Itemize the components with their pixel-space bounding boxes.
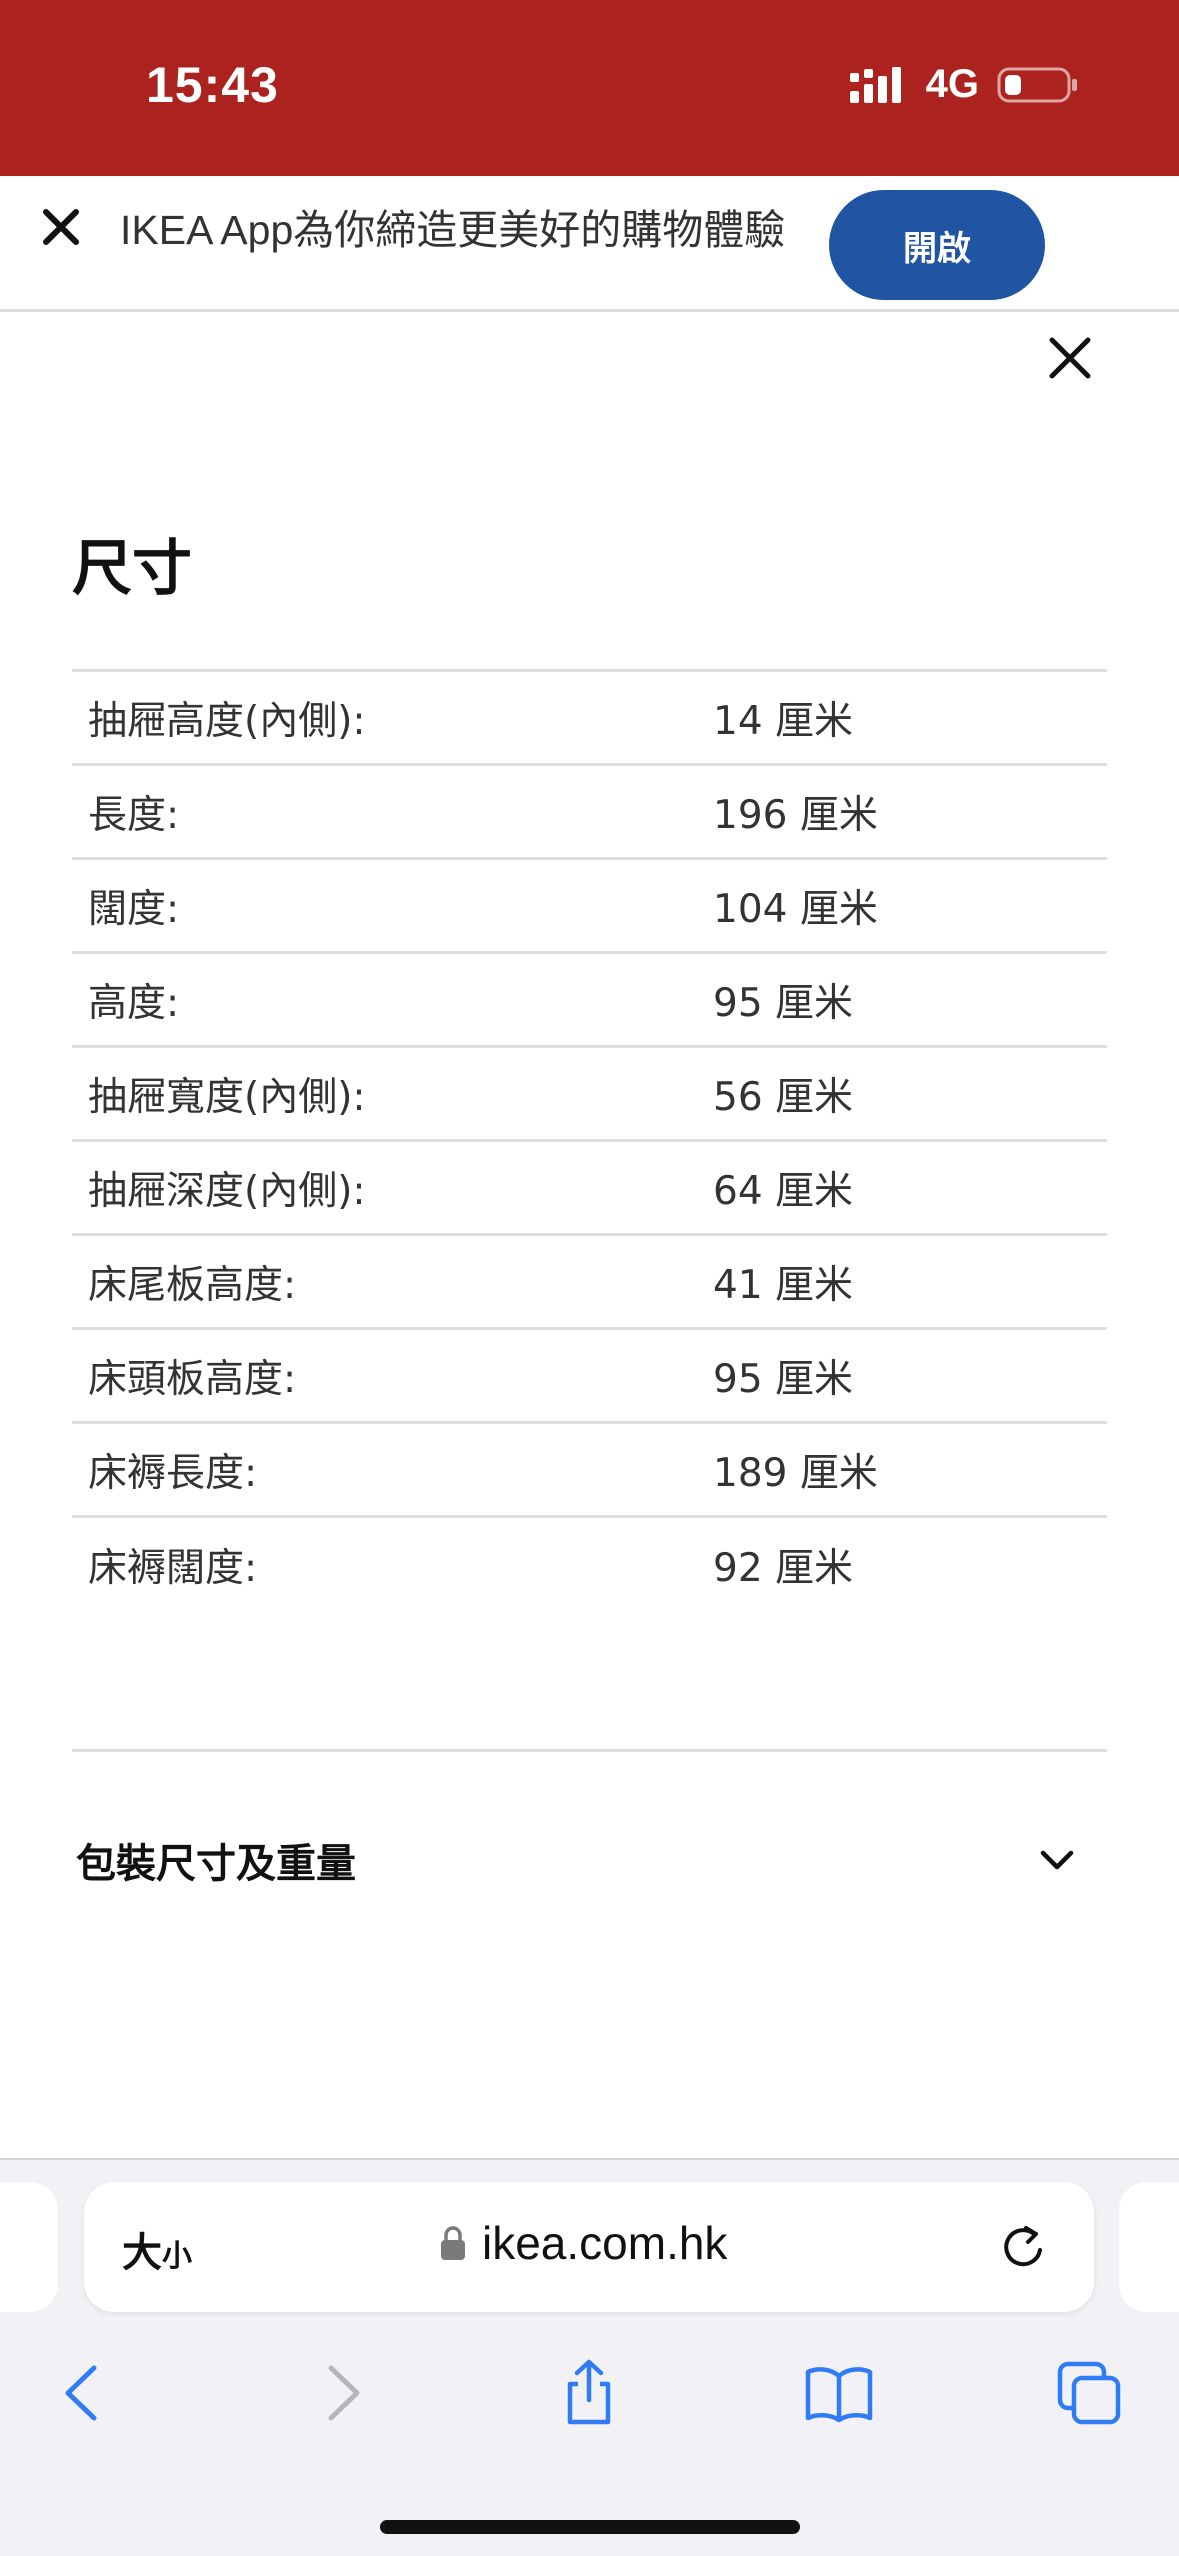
table-row: 抽屜高度(內側): 14 厘米	[72, 672, 1107, 766]
dimension-label: 床褥長度:	[88, 1450, 258, 1496]
share-button[interactable]	[544, 2348, 634, 2438]
close-icon[interactable]	[38, 204, 84, 250]
chevron-down-icon	[1040, 1850, 1074, 1870]
dimension-value: 64 厘米	[713, 1168, 854, 1214]
dimension-value: 56 厘米	[713, 1074, 854, 1120]
dimension-label: 床褥闊度:	[88, 1546, 258, 1591]
dimension-value: 92 厘米	[713, 1546, 854, 1591]
dimension-value: 196 厘米	[713, 792, 878, 838]
reload-icon[interactable]	[996, 2220, 1050, 2274]
package-dimensions-accordion[interactable]: 包裝尺寸及重量	[72, 1800, 1107, 1920]
status-indicators: 4G	[848, 62, 1079, 107]
tabs-button[interactable]	[1044, 2348, 1134, 2438]
status-bar: 15:43 4G	[0, 0, 1179, 176]
dimension-value: 14 厘米	[713, 698, 854, 744]
table-row: 床尾板高度: 41 厘米	[72, 1236, 1107, 1330]
forward-button[interactable]	[295, 2348, 385, 2438]
dimension-value: 41 厘米	[713, 1262, 854, 1308]
text-size-big: 大	[122, 2230, 162, 2276]
dimension-value: 104 厘米	[713, 886, 878, 932]
table-row: 床頭板高度: 95 厘米	[72, 1330, 1107, 1424]
browser-chrome: 大小 ikea.com.hk	[0, 2158, 1179, 2556]
table-row: 長度: 196 厘米	[72, 766, 1107, 860]
home-indicator	[380, 2520, 800, 2534]
dimension-value: 95 厘米	[713, 980, 854, 1026]
dimension-label: 抽屜深度(內側):	[88, 1168, 366, 1214]
browser-toolbar	[0, 2348, 1179, 2458]
url-text: ikea.com.hk	[482, 2217, 728, 2269]
table-row: 抽屜寬度(內側): 56 厘米	[72, 1048, 1107, 1142]
dimension-label: 抽屜高度(內側):	[88, 698, 366, 744]
network-label: 4G	[925, 62, 979, 106]
bookmarks-button[interactable]	[794, 2348, 884, 2438]
text-size-button[interactable]: 大小	[122, 2220, 192, 2278]
open-app-button[interactable]: 開啟	[829, 190, 1045, 300]
next-tab-preview[interactable]	[1119, 2182, 1179, 2312]
previous-tab-preview[interactable]	[0, 2182, 58, 2312]
table-row: 床褥長度: 189 厘米	[72, 1424, 1107, 1518]
forward-icon	[328, 2365, 360, 2421]
dimension-value: 95 厘米	[713, 1356, 854, 1402]
dimension-value: 189 厘米	[713, 1450, 878, 1496]
dimension-label: 抽屜寬度(內側):	[88, 1074, 366, 1120]
banner-text: IKEA App為你締造更美好的購物體驗	[120, 207, 786, 253]
table-row: 高度: 95 厘米	[72, 954, 1107, 1048]
app-banner: IKEA App為你締造更美好的購物體驗 開啟	[0, 176, 1179, 312]
accordion-label: 包裝尺寸及重量	[76, 1841, 356, 1887]
lock-icon	[441, 2226, 465, 2260]
battery-icon	[997, 67, 1077, 102]
table-row: 抽屜深度(內側): 64 厘米	[72, 1142, 1107, 1236]
bookmarks-icon	[805, 2367, 873, 2423]
address-bar[interactable]: 大小 ikea.com.hk	[84, 2182, 1094, 2312]
url-display[interactable]: ikea.com.hk	[438, 2216, 727, 2270]
dimension-label: 床尾板高度:	[88, 1262, 297, 1308]
divider	[72, 1749, 1107, 1752]
signal-icon	[849, 66, 901, 103]
dimension-label: 闊度:	[88, 886, 180, 932]
table-row: 闊度: 104 厘米	[72, 860, 1107, 954]
back-icon	[65, 2365, 97, 2421]
close-icon[interactable]	[1046, 334, 1094, 382]
share-icon	[567, 2359, 611, 2425]
table-row: 床褥闊度: 92 厘米	[72, 1518, 1107, 1612]
text-size-small: 小	[162, 2239, 192, 2274]
tabs-icon	[1057, 2361, 1121, 2425]
dimension-label: 高度:	[88, 980, 180, 1026]
dimension-label: 床頭板高度:	[88, 1356, 297, 1402]
dimension-label: 長度:	[88, 792, 180, 838]
status-time: 15:43	[146, 57, 279, 113]
page-title: 尺寸	[72, 534, 192, 604]
back-button[interactable]	[40, 2348, 130, 2438]
dimensions-table: 抽屜高度(內側): 14 厘米 長度: 196 厘米 闊度: 104 厘米 高度…	[72, 669, 1107, 1612]
